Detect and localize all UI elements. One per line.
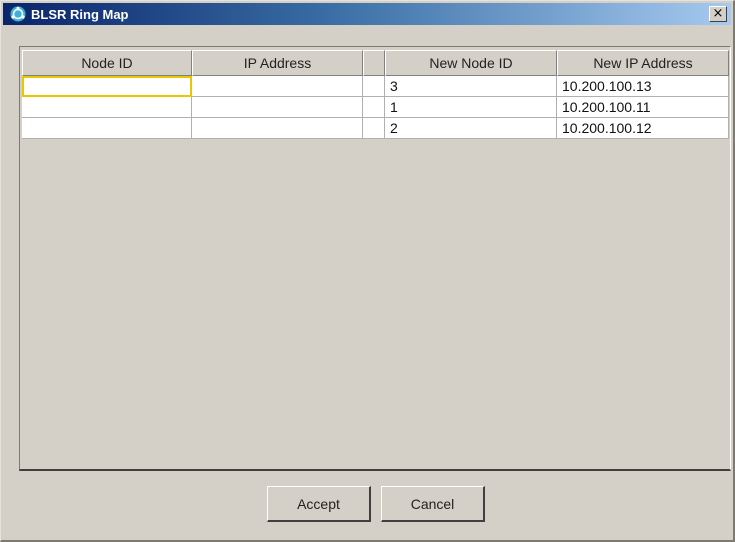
button-bar: Accept Cancel (1, 486, 733, 522)
ip-address-cell[interactable] (192, 76, 363, 97)
cancel-button[interactable]: Cancel (381, 486, 485, 522)
new-ip-address-cell[interactable]: 10.200.100.12 (557, 118, 729, 139)
separator-cell (363, 118, 385, 139)
blsr-ring-map-dialog: BLSR Ring Map × Node ID IP Address New N… (0, 0, 735, 542)
close-icon[interactable]: × (709, 6, 727, 22)
new-node-id-cell[interactable]: 3 (385, 76, 557, 97)
table-row: 2 10.200.100.12 (22, 118, 729, 139)
ring-map-table: Node ID IP Address New Node ID New IP Ad… (19, 46, 731, 471)
node-id-cell[interactable] (22, 76, 192, 97)
window-title: BLSR Ring Map (31, 6, 129, 22)
separator-cell (363, 97, 385, 118)
ip-address-cell[interactable] (192, 97, 363, 118)
column-header-ip-address[interactable]: IP Address (192, 50, 363, 76)
separator-cell (363, 76, 385, 97)
table-row: 3 10.200.100.13 (22, 76, 729, 97)
ip-address-cell[interactable] (192, 118, 363, 139)
accept-button[interactable]: Accept (267, 486, 371, 522)
column-header-separator (363, 50, 385, 76)
blsr-ring-icon (9, 5, 27, 23)
column-header-new-ip-address[interactable]: New IP Address (557, 50, 729, 76)
column-header-node-id[interactable]: Node ID (22, 50, 192, 76)
title-bar[interactable]: BLSR Ring Map × (3, 3, 731, 25)
new-ip-address-cell[interactable]: 10.200.100.13 (557, 76, 729, 97)
table-header: Node ID IP Address New Node ID New IP Ad… (22, 50, 729, 76)
new-ip-address-cell[interactable]: 10.200.100.11 (557, 97, 729, 118)
node-id-cell[interactable] (22, 118, 192, 139)
new-node-id-cell[interactable]: 2 (385, 118, 557, 139)
node-id-cell[interactable] (22, 97, 192, 118)
column-header-new-node-id[interactable]: New Node ID (385, 50, 557, 76)
table-row: 1 10.200.100.11 (22, 97, 729, 118)
new-node-id-cell[interactable]: 1 (385, 97, 557, 118)
